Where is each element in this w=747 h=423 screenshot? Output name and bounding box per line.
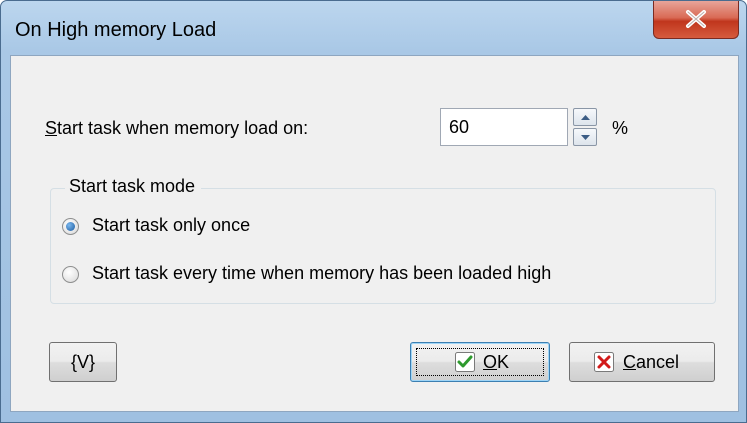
percent-unit: % — [612, 118, 629, 138]
close-button[interactable] — [653, 1, 739, 39]
radio-start-once[interactable]: Start task only once — [62, 215, 322, 239]
radio-unselected-icon — [62, 266, 79, 283]
spin-down-button[interactable] — [573, 128, 597, 146]
memory-load-input[interactable] — [440, 108, 568, 146]
spin-up-button[interactable] — [573, 108, 597, 126]
cancel-button-label: Cancel — [623, 352, 679, 373]
ok-button-label: OK — [483, 352, 509, 373]
radio-start-once-label: Start task only once — [92, 215, 251, 235]
threshold-label: Start task when memory load on: — [45, 118, 308, 139]
title-bar[interactable]: On High memory Load — [1, 1, 746, 55]
checkmark-icon — [455, 352, 475, 372]
radio-start-every-time-label: Start task every time when memory has be… — [92, 263, 552, 283]
chevron-up-icon — [581, 115, 590, 120]
ok-label-rest: K — [497, 352, 510, 372]
x-icon — [594, 352, 614, 372]
window-title: On High memory Load — [15, 19, 217, 41]
radio-start-every-time[interactable]: Start task every time when memory has be… — [62, 263, 662, 287]
cancel-button[interactable]: Cancel — [569, 342, 715, 382]
radio-selected-icon — [62, 218, 79, 235]
start-mode-legend: Start task mode — [65, 176, 202, 197]
memory-load-spinner — [573, 108, 597, 146]
cancel-label-rest: ancel — [636, 352, 680, 372]
close-icon — [686, 10, 706, 28]
ok-accel: O — [483, 352, 498, 372]
chevron-down-icon — [581, 135, 590, 140]
variables-button[interactable]: {V} — [49, 342, 117, 382]
cancel-accel: C — [623, 352, 636, 372]
ok-button[interactable]: OK — [410, 342, 550, 382]
variables-button-label: {V} — [70, 352, 96, 372]
threshold-label-text: tart task when memory load on: — [57, 118, 309, 138]
threshold-label-accel: S — [45, 118, 58, 138]
focus-rectangle — [416, 348, 544, 376]
